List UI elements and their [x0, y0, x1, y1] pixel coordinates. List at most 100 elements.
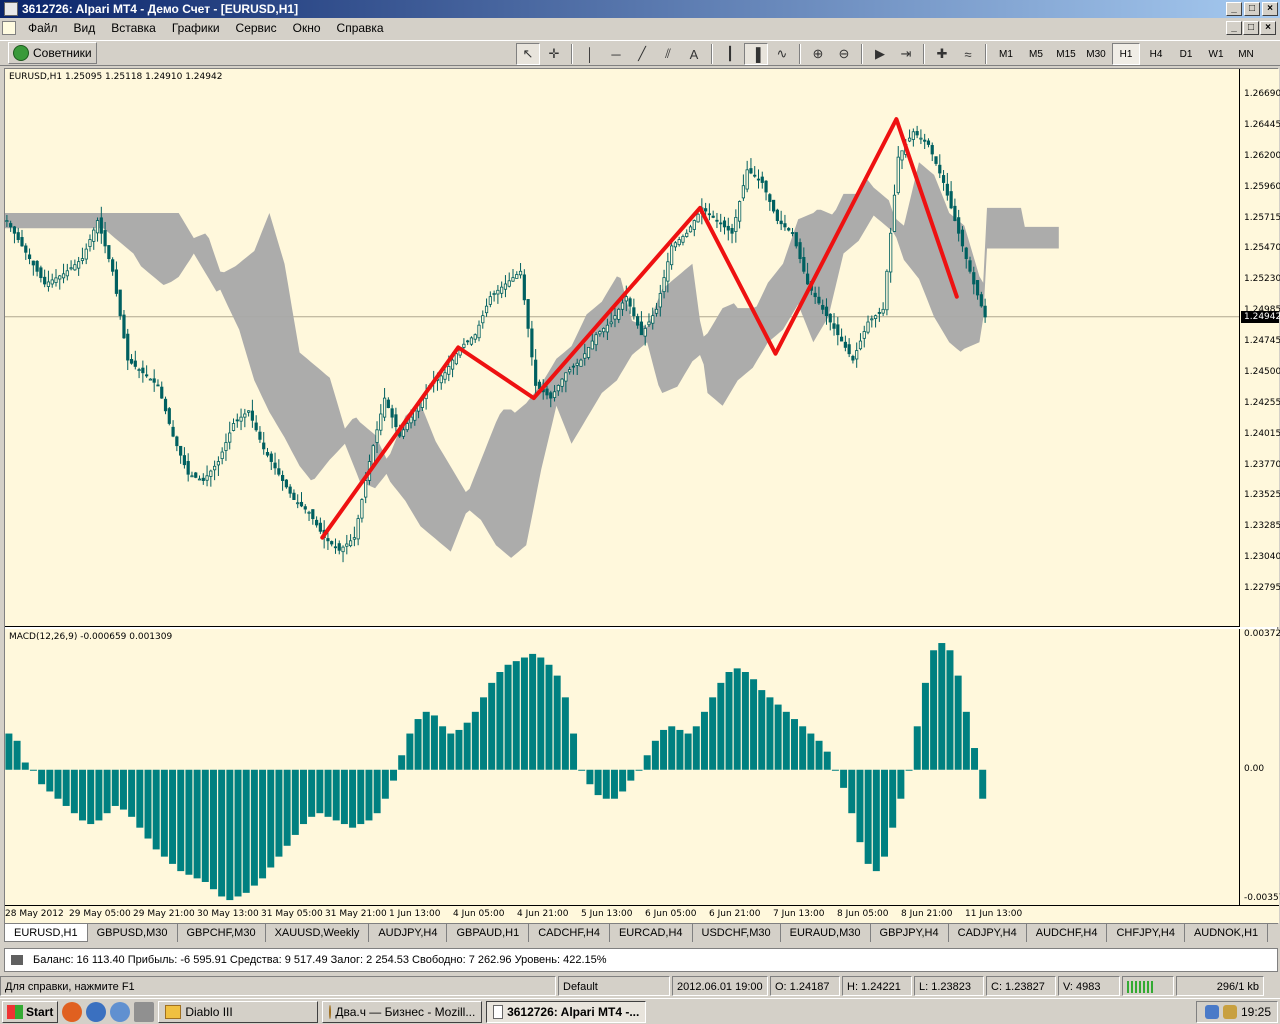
child-restore-button[interactable]: □	[1243, 21, 1259, 35]
tf-d1[interactable]: D1	[1172, 43, 1200, 65]
horizontal-line-tool[interactable]: ─	[604, 43, 628, 65]
tf-m5[interactable]: M5	[1022, 43, 1050, 65]
menu-file[interactable]: Файл	[20, 21, 66, 35]
menu-window[interactable]: Окно	[285, 21, 329, 35]
zoom-in-icon[interactable]: ⊕	[806, 43, 830, 65]
zoom-out-icon[interactable]: ⊖	[832, 43, 856, 65]
symbol-tab[interactable]: AUDCHF,H4	[1027, 924, 1108, 942]
network-icon[interactable]	[1204, 1005, 1219, 1019]
opera-icon[interactable]	[110, 1001, 131, 1022]
time-axis[interactable]: 28 May 2012 29 May 05:00 29 May 21:00 30 Ma…	[5, 905, 1279, 923]
minimize-button[interactable]: _	[1226, 2, 1242, 16]
tf-m15[interactable]: M15	[1052, 43, 1080, 65]
menu-help[interactable]: Справка	[329, 21, 392, 35]
symbol-tab[interactable]: CADCHF,H4	[529, 924, 610, 942]
price-axis[interactable]: 1.26690 1.26445 1.26200 1.25960 1.25715 1.254…	[1239, 69, 1280, 627]
tools-icon[interactable]	[134, 1001, 155, 1022]
toolbar: Советники ↖ ✛ │ ─ ╱ ⫽ A ┃ ▐ ∿ ⊕ ⊖ ▶ ⇥ ✚ …	[0, 40, 1280, 66]
candle-body	[171, 426, 175, 437]
tf-mn[interactable]: MN	[1232, 43, 1260, 65]
periods-icon[interactable]: ≈	[956, 43, 980, 65]
macd-bar	[87, 769, 95, 825]
macd-bar	[946, 650, 954, 770]
task-diablo[interactable]: Diablo III	[158, 1000, 319, 1023]
menu-charts[interactable]: Графики	[164, 21, 228, 35]
task-mt4[interactable]: 3612726: Alpari MT4 -...	[486, 1000, 647, 1023]
bar-chart-icon[interactable]: ┃	[718, 43, 742, 65]
macd-bar	[128, 769, 136, 817]
candle-body	[828, 313, 832, 323]
tf-w1[interactable]: W1	[1202, 43, 1230, 65]
macd-bar	[242, 769, 250, 893]
expert-advisors-button[interactable]: Советники	[8, 42, 97, 64]
trendline-tool[interactable]: ╱	[630, 43, 654, 65]
task-firefox[interactable]: Два.ч — Бизнес - Mozill...	[322, 1000, 483, 1023]
candle-body	[477, 324, 481, 339]
symbol-tab[interactable]: CADJPY,H4	[949, 924, 1027, 942]
tf-m30[interactable]: M30	[1082, 43, 1110, 65]
candle-body	[768, 194, 772, 202]
candlestick-chart-icon[interactable]: ▐	[744, 43, 768, 65]
start-button[interactable]: Start	[2, 1000, 59, 1023]
macd-pane[interactable]: MACD(12,26,9) -0.000659 0.001309	[5, 629, 1239, 905]
symbol-tab[interactable]: EURAUD,M30	[781, 924, 871, 942]
symbol-tab[interactable]: AUDNOK,H1	[1185, 924, 1269, 942]
macd-bar	[54, 769, 62, 799]
symbol-tab[interactable]: EURUSD,H1	[4, 924, 88, 942]
vertical-line-tool[interactable]: │	[578, 43, 602, 65]
symbol-tab[interactable]: XAUUSD,Weekly	[266, 924, 370, 942]
symbol-tab[interactable]: GBPJPY,H4	[871, 924, 949, 942]
chart-window[interactable]: EURUSD,H1 1.25095 1.25118 1.24910 1.2494…	[4, 68, 1280, 924]
status-low: L: 1.23823	[914, 976, 984, 996]
candle-body	[772, 199, 776, 212]
menu-view[interactable]: Вид	[66, 21, 104, 35]
macd-bar	[913, 726, 921, 770]
symbol-tab[interactable]: GBPAUD,H1	[447, 924, 530, 942]
candle-body	[926, 140, 931, 145]
candle-body	[288, 486, 292, 494]
macd-bar	[111, 769, 119, 806]
chart-shift-icon[interactable]: ⇥	[894, 43, 918, 65]
child-minimize-button[interactable]: _	[1226, 21, 1242, 35]
channel-tool[interactable]: ⫽	[656, 43, 680, 65]
crosshair-tool[interactable]: ✛	[542, 43, 566, 65]
line-chart-icon[interactable]: ∿	[770, 43, 794, 65]
autoscroll-icon[interactable]: ▶	[868, 43, 892, 65]
symbol-tab[interactable]: AUDJPY,H4	[369, 924, 448, 942]
symbol-tab[interactable]: EURCAD,H4	[610, 924, 693, 942]
firefox-icon[interactable]	[62, 1001, 83, 1022]
tf-h1[interactable]: H1	[1112, 43, 1140, 65]
macd-bar	[488, 682, 496, 770]
account-summary-bar: Баланс: 16 113.40 Прибыль: -6 595.91 Сре…	[4, 948, 1278, 972]
child-close-button[interactable]: ×	[1260, 21, 1276, 35]
symbol-tab[interactable]: GBPCHF,M30	[178, 924, 266, 942]
symbol-tab[interactable]: CHFJPY,H4	[1107, 924, 1185, 942]
symbol-tab[interactable]: USDCHF,M30	[693, 924, 781, 942]
macd-bar	[365, 769, 373, 821]
candle-body	[330, 541, 334, 545]
symbol-tab[interactable]: GBPUSD,M30	[88, 924, 178, 942]
macd-bar	[193, 769, 201, 879]
candle-body	[466, 340, 470, 343]
macd-bar	[381, 769, 389, 799]
candle-body	[707, 213, 711, 216]
menu-insert[interactable]: Вставка	[103, 21, 164, 35]
tf-m1[interactable]: M1	[992, 43, 1020, 65]
macd-bar	[95, 769, 103, 821]
menu-tools[interactable]: Сервис	[228, 21, 285, 35]
macd-bar	[496, 672, 504, 770]
maximize-button[interactable]: □	[1244, 2, 1260, 16]
tf-h4[interactable]: H4	[1142, 43, 1170, 65]
macd-axis[interactable]: 0.003722 0.00 -0.00357	[1239, 629, 1280, 905]
price-pane[interactable]: EURUSD,H1 1.25095 1.25118 1.24910 1.2494…	[5, 69, 1239, 627]
skype-icon[interactable]	[86, 1001, 107, 1022]
candle-body	[923, 139, 927, 142]
indicators-icon[interactable]: ✚	[930, 43, 954, 65]
price-tick-label: 1.25715	[1244, 212, 1280, 223]
volume-icon[interactable]	[1222, 1005, 1237, 1019]
text-tool[interactable]: A	[682, 43, 706, 65]
cursor-tool[interactable]: ↖	[516, 43, 540, 65]
price-tick-label: 1.23770	[1244, 459, 1280, 470]
folder-icon	[165, 1004, 182, 1019]
close-button[interactable]: ×	[1262, 2, 1278, 16]
